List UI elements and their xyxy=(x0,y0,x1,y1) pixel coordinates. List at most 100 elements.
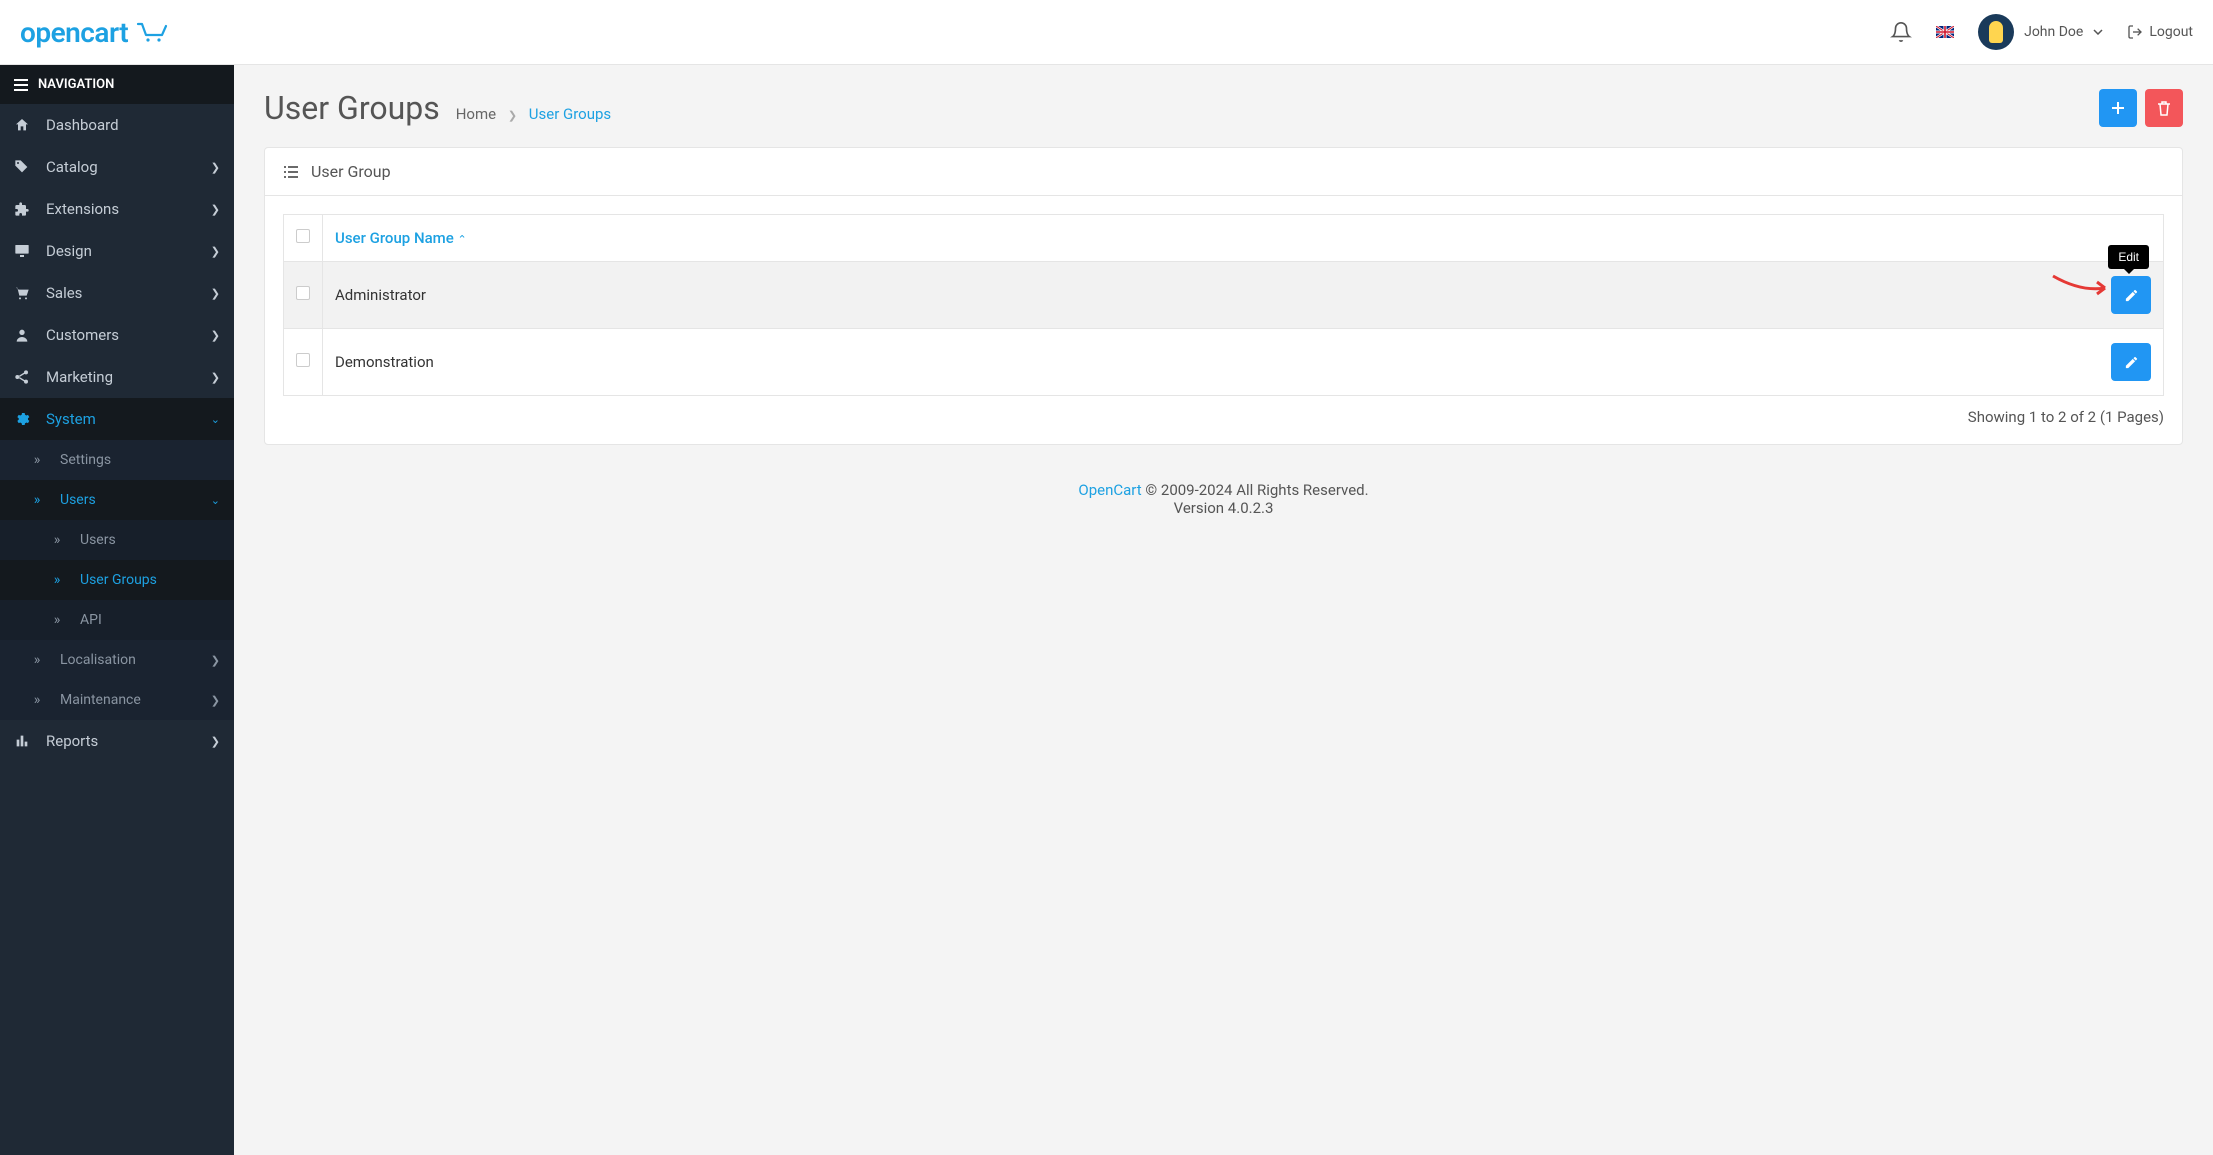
caret-down-icon xyxy=(2093,29,2103,35)
user-group-table: User Group Name ⌃ Action Ad xyxy=(283,214,2164,396)
sidebar-item-users-users[interactable]: » Users xyxy=(0,520,234,560)
chevron-down-icon: ⌄ xyxy=(211,494,220,507)
edit-button[interactable] xyxy=(2111,343,2151,381)
cart-icon xyxy=(136,21,168,43)
hamburger-icon xyxy=(14,79,28,91)
system-submenu: » Settings » Users ⌄ » Users » User Grou… xyxy=(0,440,234,720)
double-chevron-icon: » xyxy=(28,452,46,468)
sidebar-item-marketing[interactable]: Marketing ❯ xyxy=(0,356,234,398)
row-name-cell: Demonstration xyxy=(323,329,1844,396)
double-chevron-icon: » xyxy=(28,492,46,508)
list-icon xyxy=(283,165,299,179)
sidebar-item-localisation[interactable]: » Localisation ❯ xyxy=(0,640,234,680)
trash-icon xyxy=(2157,100,2171,116)
add-button[interactable] xyxy=(2099,89,2137,127)
chevron-right-icon: ❯ xyxy=(211,245,220,258)
chevron-right-icon: ❯ xyxy=(211,654,220,667)
sidebar-item-reports[interactable]: Reports ❯ xyxy=(0,720,234,762)
footer-copyright: © 2009-2024 All Rights Reserved. xyxy=(1142,481,1369,499)
footer-link[interactable]: OpenCart xyxy=(1078,481,1141,499)
delete-button[interactable] xyxy=(2145,89,2183,127)
sidebar-item-maintenance[interactable]: » Maintenance ❯ xyxy=(0,680,234,720)
select-all-cell xyxy=(284,215,323,262)
bell-icon[interactable] xyxy=(1890,21,1912,43)
chevron-right-icon: ❯ xyxy=(211,161,220,174)
chevron-right-icon: ❯ xyxy=(211,694,220,707)
flag-icon[interactable] xyxy=(1936,26,1954,38)
sidebar-item-design[interactable]: Design ❯ xyxy=(0,230,234,272)
share-icon xyxy=(14,369,32,385)
panel-title: User Group xyxy=(311,162,391,181)
row-checkbox[interactable] xyxy=(296,353,310,367)
sidebar-item-system[interactable]: System ⌄ xyxy=(0,398,234,440)
avatar xyxy=(1978,14,2014,50)
row-checkbox[interactable] xyxy=(296,286,310,300)
breadcrumb: Home ❯ User Groups xyxy=(456,105,611,123)
home-icon xyxy=(14,117,32,133)
chevron-down-icon: ⌄ xyxy=(211,413,220,426)
page-title: User Groups xyxy=(264,89,440,127)
page-header: User Groups Home ❯ User Groups xyxy=(234,65,2213,147)
pencil-icon xyxy=(2124,288,2139,303)
brand-text: opencart xyxy=(20,16,128,49)
double-chevron-icon: » xyxy=(28,692,46,708)
tag-icon xyxy=(14,159,32,175)
sort-asc-icon: ⌃ xyxy=(458,233,467,246)
logout-label: Logout xyxy=(2149,24,2193,40)
user-icon xyxy=(14,327,32,343)
monitor-icon xyxy=(14,243,32,259)
user-menu[interactable]: John Doe xyxy=(1978,14,2103,50)
cart-icon xyxy=(14,285,32,301)
sidebar-item-dashboard[interactable]: Dashboard xyxy=(0,104,234,146)
arrow-annotation-icon xyxy=(2051,272,2115,302)
chevron-right-icon: ❯ xyxy=(211,735,220,748)
table-row: Administrator Edit xyxy=(284,262,2164,329)
select-all-checkbox[interactable] xyxy=(296,229,310,243)
brand-logo[interactable]: opencart xyxy=(20,16,168,49)
breadcrumb-current[interactable]: User Groups xyxy=(529,105,611,123)
double-chevron-icon: » xyxy=(28,652,46,668)
sidebar: NAVIGATION Dashboard Catalog ❯ Extension… xyxy=(0,65,234,1155)
double-chevron-icon: » xyxy=(48,612,66,628)
row-name-cell: Administrator xyxy=(323,262,1844,329)
user-name: John Doe xyxy=(2024,24,2083,40)
main-content: User Groups Home ❯ User Groups xyxy=(234,65,2213,1155)
puzzle-icon xyxy=(14,201,32,217)
sidebar-item-users[interactable]: » Users ⌄ xyxy=(0,480,234,520)
panel-heading: User Group xyxy=(265,148,2182,196)
panel: User Group User Group Name ⌃ xyxy=(264,147,2183,445)
chart-icon xyxy=(14,733,32,749)
double-chevron-icon: » xyxy=(48,572,66,588)
nav-title: NAVIGATION xyxy=(0,65,234,104)
table-row: Demonstration xyxy=(284,329,2164,396)
sidebar-item-settings[interactable]: » Settings xyxy=(0,440,234,480)
footer-version: Version 4.0.2.3 xyxy=(234,499,2213,517)
gear-icon xyxy=(14,411,32,427)
plus-icon xyxy=(2111,101,2125,115)
sidebar-item-users-api[interactable]: » API xyxy=(0,600,234,640)
chevron-right-icon: ❯ xyxy=(508,109,517,122)
logout-icon xyxy=(2127,24,2143,40)
sidebar-item-sales[interactable]: Sales ❯ xyxy=(0,272,234,314)
sidebar-item-extensions[interactable]: Extensions ❯ xyxy=(0,188,234,230)
chevron-right-icon: ❯ xyxy=(211,329,220,342)
footer: OpenCart © 2009-2024 All Rights Reserved… xyxy=(234,469,2213,547)
column-name-header: User Group Name ⌃ xyxy=(323,215,1844,262)
top-header: opencart xyxy=(0,0,2213,65)
chevron-right-icon: ❯ xyxy=(211,371,220,384)
chevron-right-icon: ❯ xyxy=(211,203,220,216)
tooltip: Edit xyxy=(2108,245,2149,269)
header-right: John Doe Logout xyxy=(1890,14,2193,50)
sidebar-item-users-user-groups[interactable]: » User Groups xyxy=(0,560,234,600)
users-submenu: » Users » User Groups » API xyxy=(0,520,234,640)
sidebar-item-catalog[interactable]: Catalog ❯ xyxy=(0,146,234,188)
sidebar-item-customers[interactable]: Customers ❯ xyxy=(0,314,234,356)
edit-button[interactable]: Edit xyxy=(2111,276,2151,314)
chevron-right-icon: ❯ xyxy=(211,287,220,300)
sort-name-link[interactable]: User Group Name ⌃ xyxy=(335,229,467,247)
pencil-icon xyxy=(2124,355,2139,370)
double-chevron-icon: » xyxy=(48,532,66,548)
logout-link[interactable]: Logout xyxy=(2127,24,2193,40)
pagination-info: Showing 1 to 2 of 2 (1 Pages) xyxy=(283,408,2164,426)
breadcrumb-home[interactable]: Home xyxy=(456,105,496,123)
